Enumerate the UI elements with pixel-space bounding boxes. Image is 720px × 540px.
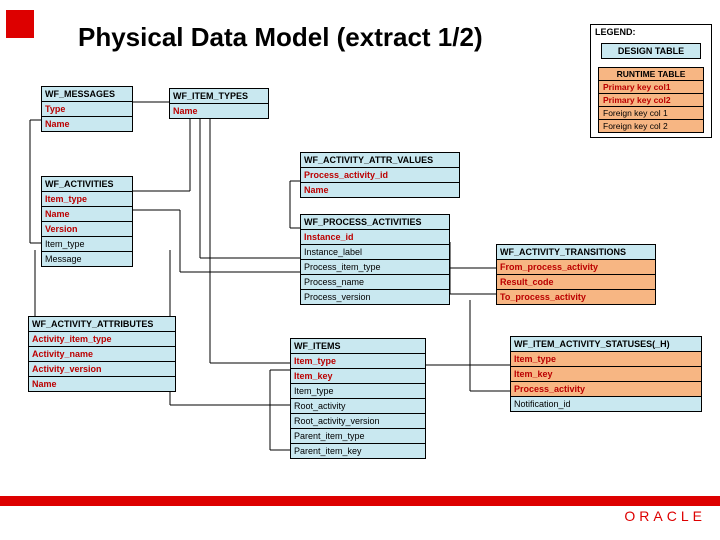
col-root-activity: Root_activity: [291, 399, 425, 414]
table-wf-process-activities: WF_PROCESS_ACTIVITIES Instance_id Instan…: [300, 214, 450, 305]
table-header: WF_MESSAGES: [42, 87, 132, 102]
col-item-type: Item_type: [511, 352, 701, 367]
col-item-type: Item_type: [42, 192, 132, 207]
col-process-name: Process_name: [301, 275, 449, 290]
col-notification-id: Notification_id: [511, 397, 701, 411]
col-message: Message: [42, 252, 132, 266]
table-wf-item-types: WF_ITEM_TYPES Name: [169, 88, 269, 119]
col-item-type-fk: Item_type: [42, 237, 132, 252]
col-root-activity-version: Root_activity_version: [291, 414, 425, 429]
col-item-key: Item_key: [291, 369, 425, 384]
col-process-activity-id: Process_activity_id: [301, 168, 459, 183]
oracle-logo: ORACLE: [624, 508, 706, 524]
col-name: Name: [301, 183, 459, 197]
table-header: WF_ITEM_ACTIVITY_STATUSES(_H): [511, 337, 701, 352]
col-process-activity: Process_activity: [511, 382, 701, 397]
table-wf-item-activity-statuses: WF_ITEM_ACTIVITY_STATUSES(_H) Item_type …: [510, 336, 702, 412]
col-name: Name: [170, 104, 268, 118]
table-wf-messages: WF_MESSAGES Type Name: [41, 86, 133, 132]
col-type: Type: [42, 102, 132, 117]
col-instance-label: Instance_label: [301, 245, 449, 260]
col-item-type: Item_type: [291, 354, 425, 369]
table-header: WF_ITEM_TYPES: [170, 89, 268, 104]
table-header: WF_ACTIVITY_ATTRIBUTES: [29, 317, 175, 332]
table-header: WF_ACTIVITIES: [42, 177, 132, 192]
col-process-version: Process_version: [301, 290, 449, 304]
col-to-process-activity: To_process_activity: [497, 290, 655, 304]
col-activity-version: Activity_version: [29, 362, 175, 377]
col-item-type-fk: Item_type: [291, 384, 425, 399]
col-parent-item-type: Parent_item_type: [291, 429, 425, 444]
col-parent-item-key: Parent_item_key: [291, 444, 425, 458]
table-wf-activity-transitions: WF_ACTIVITY_TRANSITIONS From_process_act…: [496, 244, 656, 305]
col-from-process-activity: From_process_activity: [497, 260, 655, 275]
table-wf-items: WF_ITEMS Item_type Item_key Item_type Ro…: [290, 338, 426, 459]
footer-accent-bar: [0, 496, 720, 506]
diagram-canvas: WF_MESSAGES Type Name WF_ITEM_TYPES Name…: [0, 0, 720, 540]
col-item-key: Item_key: [511, 367, 701, 382]
table-wf-activities: WF_ACTIVITIES Item_type Name Version Ite…: [41, 176, 133, 267]
table-header: WF_ITEMS: [291, 339, 425, 354]
col-name: Name: [42, 207, 132, 222]
col-name: Name: [42, 117, 132, 131]
table-header: WF_PROCESS_ACTIVITIES: [301, 215, 449, 230]
table-wf-activity-attributes: WF_ACTIVITY_ATTRIBUTES Activity_item_typ…: [28, 316, 176, 392]
col-instance-id: Instance_id: [301, 230, 449, 245]
col-name: Name: [29, 377, 175, 391]
col-activity-item-type: Activity_item_type: [29, 332, 175, 347]
col-process-item-type: Process_item_type: [301, 260, 449, 275]
col-result-code: Result_code: [497, 275, 655, 290]
col-version: Version: [42, 222, 132, 237]
table-wf-activity-attr-values: WF_ACTIVITY_ATTR_VALUES Process_activity…: [300, 152, 460, 198]
col-activity-name: Activity_name: [29, 347, 175, 362]
table-header: WF_ACTIVITY_ATTR_VALUES: [301, 153, 459, 168]
table-header: WF_ACTIVITY_TRANSITIONS: [497, 245, 655, 260]
